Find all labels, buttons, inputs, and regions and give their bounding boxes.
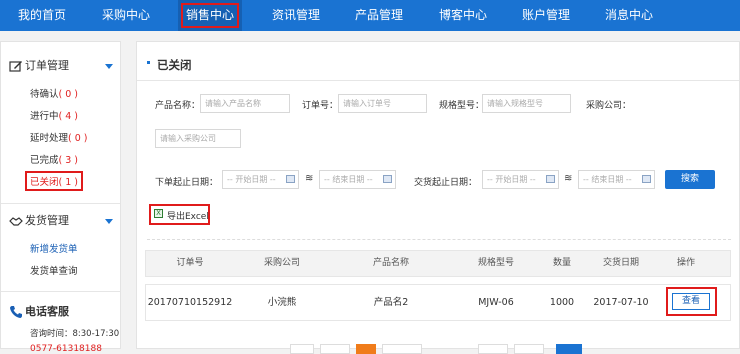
divider xyxy=(147,239,731,240)
sidebar: 订单管理 待确认( 0 ) 进行中( 4 ) 延时处理( 0 ) 已完成( 3 … xyxy=(0,41,121,354)
chevron-down-icon[interactable] xyxy=(105,219,113,224)
sidebar-item-delayed[interactable]: 延时处理( 0 ) xyxy=(30,130,88,144)
search-button[interactable]: 搜索 xyxy=(665,170,715,189)
calendar-icon[interactable] xyxy=(546,175,555,183)
excel-icon: X xyxy=(154,209,163,218)
export-excel-label: 导出Excel xyxy=(167,212,209,222)
handshake-icon xyxy=(9,214,23,228)
order-no-input[interactable]: 请输入订单号 xyxy=(338,94,427,113)
company-input[interactable]: 请输入采购公司 xyxy=(155,129,241,148)
nav-sales-label: 销售中心 xyxy=(185,8,234,22)
divider xyxy=(137,80,739,81)
calendar-icon[interactable] xyxy=(642,175,651,183)
range-separator: ≋ xyxy=(305,173,314,184)
shipping-management-title: 发货管理 xyxy=(25,214,69,227)
phone-support-title: 电话客服 xyxy=(25,305,69,318)
sidebar-item-completed[interactable]: 已完成( 3 ) xyxy=(30,152,78,166)
nav-news[interactable]: 资讯管理 xyxy=(262,0,330,31)
nav-blog[interactable]: 博客中心 xyxy=(429,0,497,31)
range-separator: ≋ xyxy=(564,173,573,184)
page-title: 已关闭 xyxy=(157,58,192,72)
view-button[interactable]: 查看 xyxy=(672,293,710,310)
nav-account[interactable]: 账户管理 xyxy=(512,0,580,31)
cell-order-no: 20170710152912 xyxy=(147,297,233,308)
sidebar-item-closed[interactable]: 已关闭( 1 ) xyxy=(25,171,84,191)
nav-products[interactable]: 产品管理 xyxy=(345,0,413,31)
nav-messages[interactable]: 消息中心 xyxy=(595,0,663,31)
col-order-no: 订单号 xyxy=(176,258,204,268)
spec-model-label: 规格型号： xyxy=(439,101,485,111)
cell-date: 2017-07-10 xyxy=(593,297,649,308)
cell-product: 产品名2 xyxy=(373,297,409,308)
pagination-current[interactable] xyxy=(356,344,376,354)
cell-spec: MJW-06 xyxy=(478,297,514,308)
phone-icon xyxy=(9,305,23,319)
sidebar-item-new-shipment[interactable]: 新增发货单 xyxy=(30,241,78,255)
support-phone: 0577-61318188 xyxy=(30,344,102,354)
nav-purchase[interactable]: 采购中心 xyxy=(92,0,160,31)
col-date: 交货日期 xyxy=(602,258,639,268)
divider xyxy=(1,203,120,204)
company-label: 采购公司： xyxy=(586,101,632,111)
nav-sales[interactable]: 销售中心 xyxy=(178,0,242,31)
sidebar-item-shipment-query[interactable]: 发货单查询 xyxy=(30,263,78,277)
top-nav: 我的首页 采购中心 销售中心 资讯管理 产品管理 博客中心 账户管理 消息中心 xyxy=(0,0,740,31)
order-management-title: 订单管理 xyxy=(25,59,69,72)
delivery-end-date-input[interactable]: -- 结束日期 -- xyxy=(578,170,655,189)
support-hours: 咨询时间：8:30-17:30 xyxy=(30,329,120,339)
col-qty: 数量 xyxy=(552,258,571,268)
col-company: 采购公司 xyxy=(263,258,300,268)
pagination-last[interactable] xyxy=(478,344,508,354)
cell-qty: 1000 xyxy=(549,297,575,308)
divider xyxy=(1,291,120,292)
view-button-highlight: 查看 xyxy=(666,287,717,316)
pagination-input[interactable] xyxy=(514,344,544,354)
order-no-label: 订单号： xyxy=(302,101,339,111)
order-start-date-input[interactable]: -- 开始日期 -- xyxy=(222,170,299,189)
table-header: 订单号 采购公司 产品名称 规格型号 数量 交货日期 操作 xyxy=(145,250,731,277)
pagination-first[interactable] xyxy=(290,344,314,354)
sidebar-item-in-progress[interactable]: 进行中( 4 ) xyxy=(30,108,78,122)
edit-icon xyxy=(9,59,23,73)
sidebar-item-pending[interactable]: 待确认( 0 ) xyxy=(30,86,78,100)
chevron-down-icon[interactable] xyxy=(105,64,113,69)
pagination-go[interactable] xyxy=(556,344,582,354)
col-product: 产品名称 xyxy=(372,258,409,268)
product-name-label: 产品名称： xyxy=(155,101,201,111)
cell-company: 小浣熊 xyxy=(267,297,297,308)
table-row: 20170710152912 小浣熊 产品名2 MJW-06 1000 2017… xyxy=(145,284,731,321)
delivery-date-label: 交货起止日期： xyxy=(414,178,478,188)
calendar-icon[interactable] xyxy=(286,175,295,183)
calendar-icon[interactable] xyxy=(383,175,392,183)
title-marker xyxy=(147,61,150,64)
delivery-start-date-input[interactable]: -- 开始日期 -- xyxy=(482,170,559,189)
spec-model-input[interactable]: 请输入规格型号 xyxy=(482,94,571,113)
pagination-next[interactable] xyxy=(382,344,422,354)
main-panel: 已关闭 产品名称： 请输入产品名称 订单号： 请输入订单号 规格型号： 请输入规… xyxy=(136,41,740,349)
export-excel-button[interactable]: X 导出Excel xyxy=(149,204,210,225)
order-date-label: 下单起止日期： xyxy=(155,178,219,188)
order-end-date-input[interactable]: -- 结束日期 -- xyxy=(319,170,396,189)
pagination-prev[interactable] xyxy=(320,344,350,354)
nav-home[interactable]: 我的首页 xyxy=(8,0,76,31)
col-spec: 规格型号 xyxy=(477,258,514,268)
col-action: 操作 xyxy=(676,258,695,268)
product-name-input[interactable]: 请输入产品名称 xyxy=(200,94,290,113)
